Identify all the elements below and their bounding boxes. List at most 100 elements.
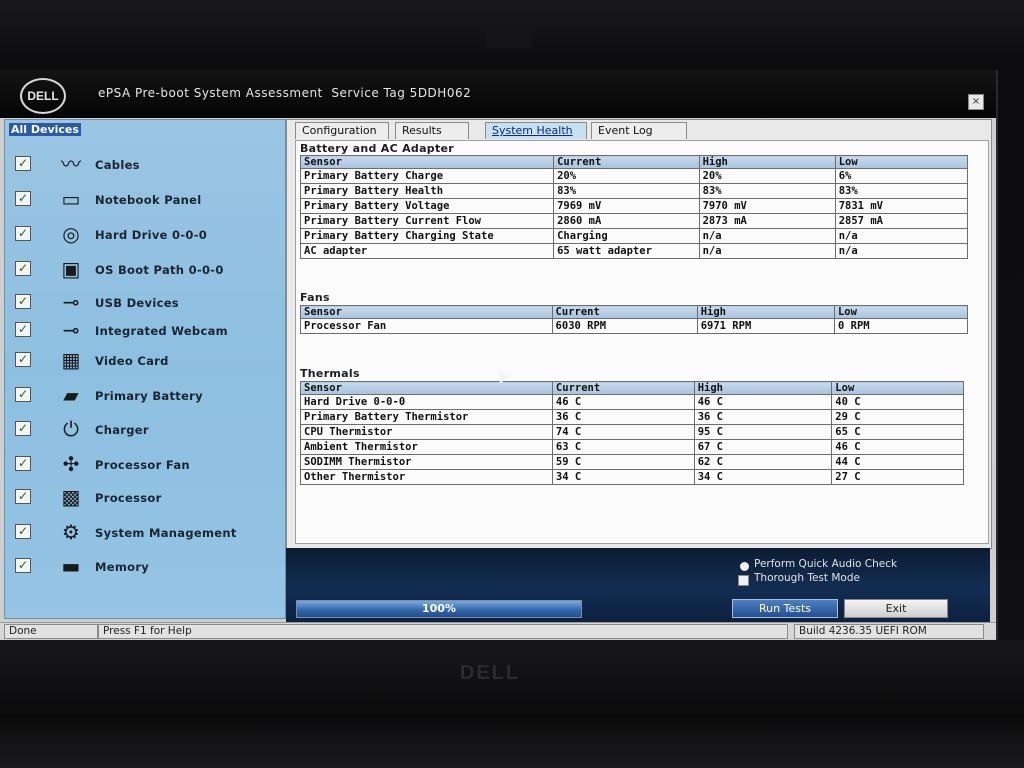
table-cell: 2873 mA [698, 213, 836, 229]
video-card-icon: ▦ [61, 348, 81, 372]
system-health-content: Battery and AC Adapter Sensor Current High… [295, 140, 989, 544]
table-row: Other Thermistor 34 C 34 C 27 C [300, 469, 964, 485]
tab-event-log[interactable]: Event Log [591, 122, 687, 139]
bezel-bottom: DELL [0, 640, 1024, 768]
table-cell: Charging [553, 228, 700, 244]
device-label: Primary Battery [95, 389, 203, 403]
table-row: CPU Thermistor 74 C 95 C 65 C [300, 424, 964, 440]
device-checkbox[interactable]: ✓ [15, 156, 31, 171]
sidebar-item-hard-drive-0-0-0[interactable]: ✓ ◎ Hard Drive 0-0-0 [5, 220, 285, 250]
status-bar: Done Press F1 for Help Build 4236.35 UEF… [0, 622, 996, 639]
sidebar-item-video-card[interactable]: ✓ ▦ Video Card [5, 346, 285, 376]
device-checkbox[interactable]: ✓ [15, 352, 31, 367]
table-cell: Processor Fan [300, 318, 553, 334]
table-cell: 46 C [551, 394, 695, 410]
device-checkbox[interactable]: ✓ [15, 191, 31, 206]
sidebar-item-memory[interactable]: ✓ ▬ Memory [5, 552, 285, 582]
table-row: Hard Drive 0-0-0 46 C 46 C 40 C [300, 394, 964, 410]
device-label: Charger [95, 423, 149, 437]
table-cell: 59 C [551, 454, 695, 470]
thorough-mode-label: Thorough Test Mode [754, 572, 860, 584]
usb-icon: ⊸ [62, 290, 80, 314]
table-row: Primary Battery Charge 20% 20% 6% [299, 168, 969, 184]
sidebar-item-processor-fan[interactable]: ✓ ✣ Processor Fan [5, 450, 285, 480]
device-checkbox[interactable]: ✓ [15, 558, 31, 573]
table-cell: 20% [698, 168, 836, 184]
device-label: Video Card [95, 354, 169, 368]
close-button[interactable]: × [968, 94, 984, 110]
table-cell: SODIMM Thermistor [300, 454, 553, 470]
battery-section-title: Battery and AC Adapter [300, 142, 455, 155]
exit-button[interactable]: Exit [844, 599, 948, 618]
dell-logo-icon: DELL [20, 78, 66, 114]
table-cell: 2860 mA [553, 213, 700, 229]
table-cell: Other Thermistor [300, 469, 553, 485]
table-cell: 62 C [693, 454, 833, 470]
device-checkbox[interactable]: ✓ [15, 489, 31, 504]
device-checkbox[interactable]: ✓ [15, 421, 31, 436]
build-info: Build 4236.35 UEFI ROM [794, 624, 984, 639]
device-checkbox[interactable]: ✓ [15, 261, 31, 276]
sidebar-item-charger[interactable]: ✓ ⏻ Charger [5, 415, 285, 445]
table-row: Processor Fan 6030 RPM 6971 RPM 0 RPM [300, 318, 969, 334]
table-cell: 36 C [693, 409, 833, 425]
device-label: Integrated Webcam [95, 324, 228, 338]
device-checkbox[interactable]: ✓ [15, 387, 31, 402]
sidebar-item-integrated-webcam[interactable]: ✓ ⊸ Integrated Webcam [5, 316, 285, 346]
sidebar-item-usb-devices[interactable]: ✓ ⊸ USB Devices [5, 288, 285, 318]
table-cell: Primary Battery Thermistor [300, 409, 553, 425]
sidebar-item-cables[interactable]: ✓ 〰 Cables [5, 150, 285, 180]
thorough-mode-checkbox[interactable] [738, 575, 749, 586]
device-label: Notebook Panel [95, 193, 202, 207]
help-hint: Press F1 for Help [98, 624, 788, 639]
table-cell: 83% [553, 183, 700, 199]
table-cell: Primary Battery Health [299, 183, 555, 199]
tab-results[interactable]: Results [395, 122, 469, 139]
device-label: Processor Fan [95, 458, 190, 472]
device-checkbox[interactable]: ✓ [15, 226, 31, 241]
table-cell: 95 C [693, 424, 833, 440]
table-row: Primary Battery Voltage 7969 mV 7970 mV 783… [299, 198, 969, 214]
sidebar-item-primary-battery[interactable]: ✓ ▰ Primary Battery [5, 381, 285, 411]
device-label: OS Boot Path 0-0-0 [95, 263, 224, 277]
device-label: Hard Drive 0-0-0 [95, 228, 208, 242]
table-cell: n/a [834, 243, 969, 259]
column-header: High [696, 305, 835, 319]
device-checkbox[interactable]: ✓ [15, 524, 31, 539]
progress-label: 100% [422, 602, 456, 615]
webcam-housing [486, 22, 532, 48]
table-cell: Hard Drive 0-0-0 [300, 394, 553, 410]
hard-drive-icon: ◎ [62, 222, 80, 246]
panel-icon: ▭ [61, 187, 81, 211]
table-cell: 63 C [551, 439, 695, 455]
sidebar-item-processor[interactable]: ✓ ▩ Processor [5, 483, 285, 513]
table-cell: 46 C [831, 439, 964, 455]
table-header-row: Sensor Current High Low [299, 155, 969, 169]
device-checkbox[interactable]: ✓ [15, 322, 31, 337]
fan-icon: ✣ [62, 452, 80, 476]
app-title: ePSA Pre-boot System Assessment Service … [98, 86, 472, 100]
quick-audio-label: Perform Quick Audio Check [754, 558, 898, 570]
device-checkbox[interactable]: ✓ [15, 294, 31, 309]
usb-icon: ⊸ [62, 318, 80, 342]
sidebar-item-os-boot-path-0-0-0[interactable]: ✓ ▣ OS Boot Path 0-0-0 [5, 255, 285, 285]
tab-system-health[interactable]: System Health [485, 122, 587, 139]
device-checkbox[interactable]: ✓ [15, 456, 31, 471]
table-row: Primary Battery Health 83% 83% 83% [299, 183, 969, 199]
run-tests-button[interactable]: Run Tests [732, 599, 838, 618]
quick-audio-radio[interactable] [740, 562, 749, 571]
column-header: Sensor [300, 381, 553, 395]
sidebar-item-system-management[interactable]: ✓ ⚙ System Management [5, 518, 285, 548]
column-header: Current [551, 381, 695, 395]
tab-configuration[interactable]: Configuration [295, 122, 389, 139]
table-cell: 6% [834, 168, 969, 184]
battery-table: Sensor Current High Low Primary Battery Char… [299, 155, 969, 259]
device-label: Processor [95, 491, 162, 505]
device-label: Memory [95, 560, 150, 574]
boot-path-icon: ▣ [61, 257, 81, 281]
sidebar-item-notebook-panel[interactable]: ✓ ▭ Notebook Panel [5, 185, 285, 215]
table-cell: Primary Battery Charge [299, 168, 555, 184]
all-devices-header[interactable]: All Devices [9, 123, 81, 136]
table-cell: 7831 mV [834, 198, 969, 214]
table-cell: 83% [698, 183, 836, 199]
